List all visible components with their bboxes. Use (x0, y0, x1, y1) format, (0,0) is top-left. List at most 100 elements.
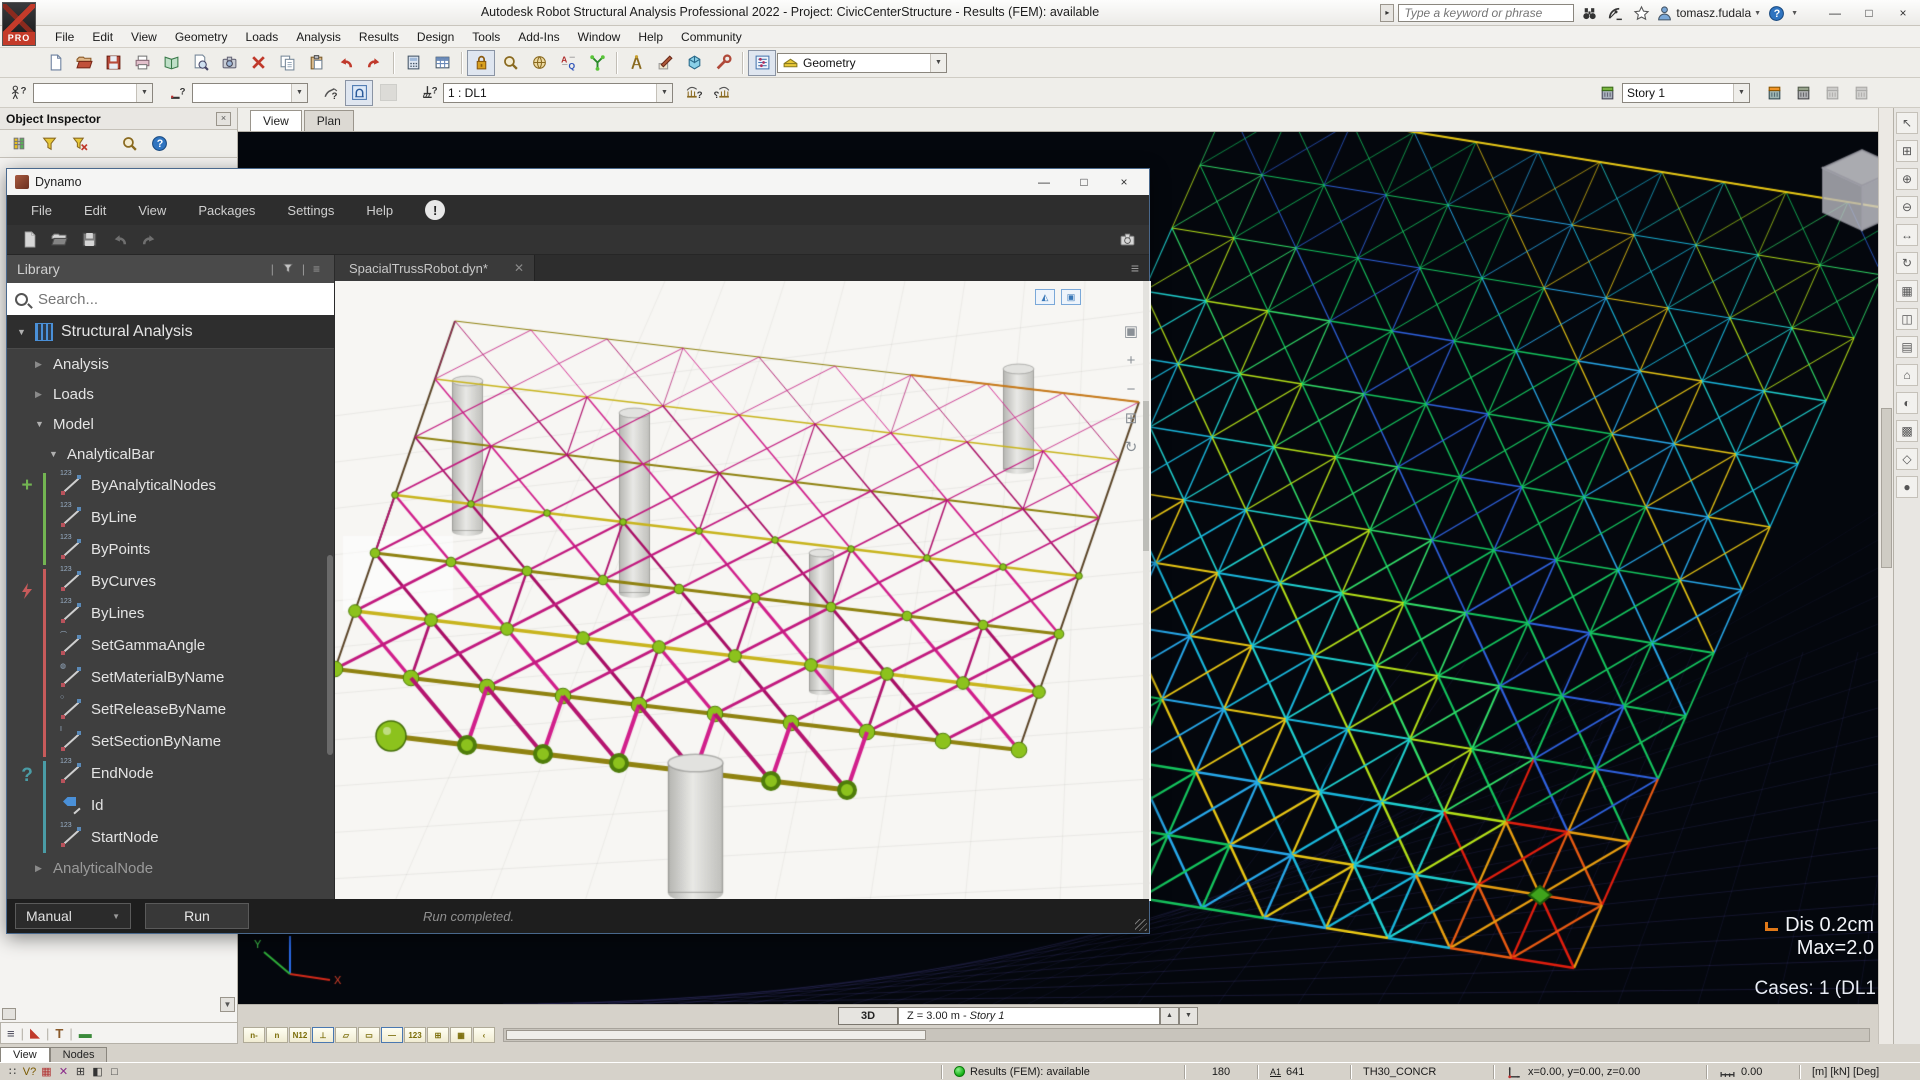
dynamo-menu-settings[interactable]: Settings (273, 199, 348, 222)
library-filter-icon[interactable]: | (267, 262, 278, 276)
tab-plan[interactable]: Plan (304, 110, 354, 131)
dynamo-new-icon[interactable] (19, 230, 39, 250)
cut-plane-icon[interactable]: ✕ (55, 1064, 72, 1079)
level-down-spinner[interactable]: ▼ (1179, 1007, 1198, 1025)
dynamo-3d-preview-canvas[interactable] (335, 281, 1151, 901)
menu-results[interactable]: Results (350, 27, 408, 47)
viewport-horizontal-scrollbar[interactable] (503, 1028, 1870, 1042)
dynamo-menu-help[interactable]: Help (352, 199, 407, 222)
paste-button[interactable] (302, 50, 330, 76)
sections-toggle[interactable]: ▭ (358, 1027, 380, 1043)
moment-query-button[interactable] (708, 80, 736, 106)
keyword-search-input[interactable] (1398, 4, 1574, 22)
expand-arrow-icon[interactable]: ▼ (35, 419, 45, 429)
fit-view-icon[interactable]: ▣ (1121, 321, 1141, 341)
node-numbers-toggle[interactable]: n- (243, 1027, 265, 1043)
canvas-scroll-thumb[interactable] (1143, 401, 1149, 551)
print-preview-button[interactable] (186, 50, 214, 76)
layers-view-icon[interactable]: ▤ (1896, 336, 1918, 358)
run-mode-dropdown[interactable]: Manual ▼ (15, 903, 131, 929)
bar-selection-button[interactable] (163, 80, 191, 106)
dynamo-menu-file[interactable]: File (17, 199, 66, 222)
undo-button[interactable] (331, 50, 359, 76)
open-project-button[interactable] (70, 50, 98, 76)
dynamo-notifications-icon[interactable]: ! (425, 200, 445, 220)
save-project-button[interactable] (99, 50, 127, 76)
bar-numbers-toggle[interactable]: N12 (289, 1027, 311, 1043)
window-minimize-button[interactable]: — (1820, 3, 1850, 23)
canvas-menu-icon[interactable]: ≡ (1121, 260, 1149, 276)
render-display-icon[interactable]: ● (1896, 476, 1918, 498)
find-object-button[interactable] (554, 50, 582, 76)
expand-arrow-icon[interactable]: ▼ (49, 449, 59, 459)
filter-icon[interactable] (38, 134, 60, 154)
story-up-button[interactable] (1847, 80, 1875, 106)
edit-selection-button[interactable] (316, 80, 344, 106)
redo-button[interactable] (360, 50, 388, 76)
help-icon[interactable] (1765, 3, 1787, 23)
view-3d-button[interactable] (680, 50, 708, 76)
library-section-analyticalbar[interactable]: ▼ AnalyticalBar (7, 439, 334, 469)
mesh-toggle[interactable]: ▦ (450, 1027, 472, 1043)
new-project-button[interactable] (41, 50, 69, 76)
story-query-button[interactable] (1789, 80, 1817, 106)
plates-toggle[interactable]: — (381, 1027, 403, 1043)
inspector-scroll-down-icon[interactable]: ▼ (220, 997, 235, 1012)
object-inspector-close-icon[interactable]: × (216, 112, 231, 126)
graph-view-toggle-icon[interactable]: ▣ (1061, 289, 1081, 305)
library-section-analyticalnode[interactable]: ▶ AnalyticalNode (7, 853, 334, 883)
zoom-window-icon[interactable]: ⊞ (1896, 140, 1918, 162)
dynamo-close-button[interactable]: × (1107, 171, 1141, 193)
window-resize-grip[interactable] (1135, 919, 1147, 931)
menu-geometry[interactable]: Geometry (166, 27, 237, 47)
story-down-button[interactable] (1818, 80, 1846, 106)
wireframe-view-icon[interactable]: □ (106, 1064, 123, 1079)
bar-selection-combo[interactable]: ▼ (192, 83, 308, 103)
geometry-view-toggle-icon[interactable]: ◭ (1035, 289, 1055, 305)
layout-combo[interactable]: Geometry ▼ (777, 53, 947, 73)
dynamo-undo-icon[interactable] (109, 230, 129, 250)
library-menu-icon[interactable]: ≡ (309, 262, 324, 276)
view-query-icon[interactable]: V? (21, 1064, 38, 1079)
tools-button[interactable] (709, 50, 737, 76)
dynamo-open-icon[interactable] (49, 230, 69, 250)
units-cell[interactable]: [m] [kN] [Deg] (1806, 1066, 1916, 1078)
menu-edit[interactable]: Edit (83, 27, 122, 47)
signin-user[interactable]: tomasz.fudala ▼ (1656, 5, 1761, 22)
grid-view-icon[interactable]: ▦ (1896, 280, 1918, 302)
menu-community[interactable]: Community (672, 27, 751, 47)
freeze-results-button[interactable] (467, 50, 495, 76)
search-expand-button[interactable]: ▸ (1380, 4, 1394, 22)
favorites-icon[interactable] (1630, 3, 1652, 23)
dynamo-minimize-button[interactable]: — (1027, 171, 1061, 193)
communication-center-icon[interactable] (1604, 3, 1626, 23)
library-node-setsectionbyname[interactable]: I SetSectionByName (7, 725, 334, 757)
orbit-icon[interactable]: ↻ (1121, 437, 1141, 457)
tab-view[interactable]: View (250, 110, 302, 131)
split-view-icon[interactable]: ◫ (1896, 308, 1918, 330)
filter-clear-icon[interactable] (68, 134, 90, 154)
level-up-spinner[interactable]: ▲ (1160, 1007, 1179, 1025)
search-help-icon[interactable] (1578, 3, 1600, 23)
bar-display-icon[interactable]: ◣ (30, 1025, 40, 1041)
dock-handle[interactable] (2, 1008, 16, 1020)
load-query-button[interactable] (679, 80, 707, 106)
collapse-arrow-icon[interactable]: ▶ (35, 863, 45, 874)
stories-toggle[interactable]: ⊞ (427, 1027, 449, 1043)
library-node-bycurves[interactable]: 123 ByCurves (7, 565, 334, 597)
library-scrollbar-thumb[interactable] (327, 555, 333, 755)
level-selector-field[interactable]: Z = 3.00 m - Story 1 (898, 1007, 1160, 1025)
dynamo-redo-icon[interactable] (139, 230, 159, 250)
section-name-cell[interactable]: TH30_CONCR (1357, 1066, 1487, 1078)
toggle-scroll-left-icon[interactable]: ‹ (473, 1027, 495, 1043)
menu-analysis[interactable]: Analysis (287, 27, 350, 47)
help-menu-arrow-icon[interactable]: ▼ (1791, 10, 1798, 17)
dynamo-export-image-icon[interactable] (1117, 230, 1137, 250)
canvas-scrollbar[interactable] (1143, 281, 1149, 899)
menu-view[interactable]: View (122, 27, 166, 47)
story-combo[interactable]: Story 1 ▼ (1622, 83, 1750, 103)
menu-file[interactable]: File (46, 27, 83, 47)
menu-help[interactable]: Help (629, 27, 672, 47)
supports-query-button[interactable] (414, 80, 442, 106)
shading-icon[interactable]: ◐ (1896, 392, 1918, 414)
